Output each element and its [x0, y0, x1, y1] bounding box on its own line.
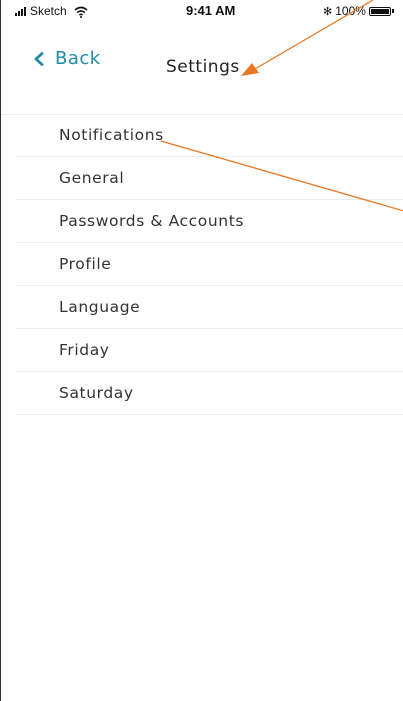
settings-item-profile[interactable]: Profile: [16, 243, 403, 286]
status-bar: Sketch 9:41 AM ✻ 100%: [1, 0, 403, 22]
battery-fill: [370, 8, 389, 14]
battery-tip: [391, 9, 394, 13]
list-item-label: Passwords & Accounts: [59, 212, 245, 230]
wifi-icon: [74, 6, 88, 18]
signal-bars-icon: [15, 6, 26, 16]
status-left: Sketch: [15, 4, 88, 18]
page-title: Settings: [166, 57, 240, 77]
settings-item-passwords-accounts[interactable]: Passwords & Accounts: [16, 200, 403, 243]
settings-item-general[interactable]: General: [16, 157, 403, 200]
bluetooth-icon: ✻: [323, 5, 333, 18]
list-item-label: Saturday: [59, 384, 134, 402]
settings-item-saturday[interactable]: Saturday: [16, 372, 403, 415]
phone-screen: Sketch 9:41 AM ✻ 100% Back Settings Noti…: [0, 0, 403, 701]
settings-item-friday[interactable]: Friday: [16, 329, 403, 372]
list-item-label: Friday: [59, 341, 110, 359]
status-time: 9:41 AM: [186, 3, 236, 18]
back-button[interactable]: Back: [33, 48, 101, 69]
navigation-bar: Back Settings: [1, 22, 403, 115]
list-item-label: General: [59, 169, 125, 187]
list-item-label: Language: [59, 298, 141, 316]
settings-item-notifications[interactable]: Notifications: [16, 114, 403, 157]
settings-item-language[interactable]: Language: [16, 286, 403, 329]
settings-list: Notifications General Passwords & Accoun…: [16, 114, 403, 415]
battery-icon: [368, 6, 391, 16]
status-right: ✻ 100%: [323, 4, 394, 18]
list-item-label: Profile: [59, 255, 112, 273]
carrier-name: Sketch: [30, 4, 67, 18]
back-label: Back: [55, 48, 101, 69]
battery-percent: 100%: [335, 4, 366, 18]
list-item-label: Notifications: [59, 126, 164, 144]
chevron-left-icon: [34, 51, 44, 66]
